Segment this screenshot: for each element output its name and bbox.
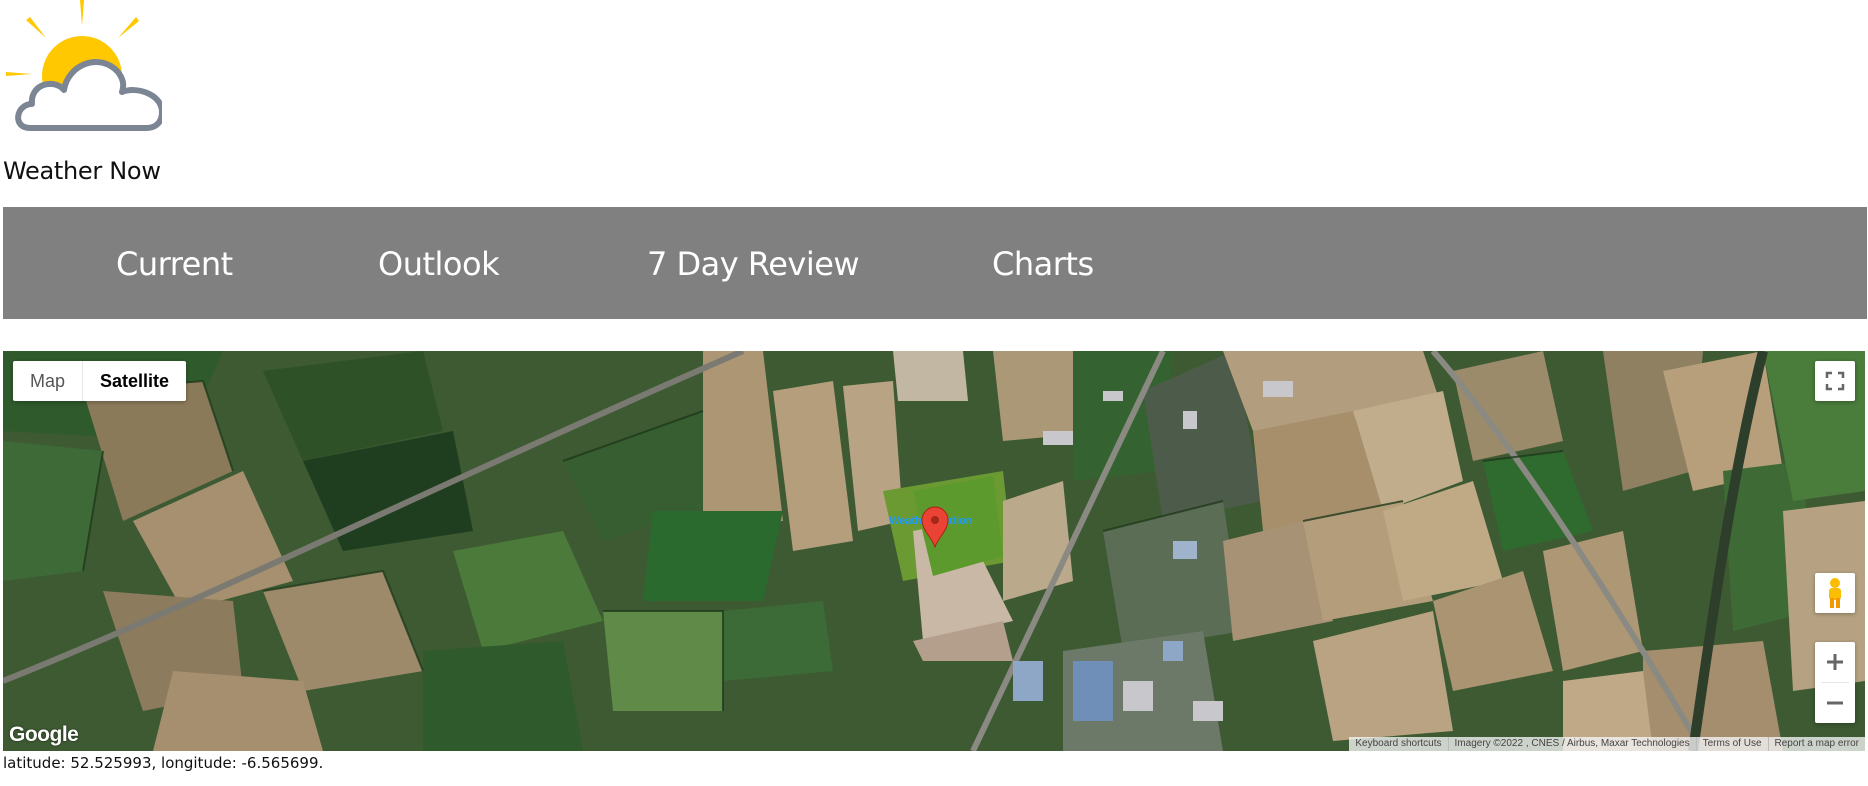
keyboard-shortcuts-link[interactable]: Keyboard shortcuts xyxy=(1349,737,1447,751)
imagery-credit: Imagery ©2022 , CNES / Airbus, Maxar Tec… xyxy=(1447,737,1696,751)
street-view-pegman-icon xyxy=(1829,578,1841,608)
nav-item-current[interactable]: Current xyxy=(116,245,233,283)
fullscreen-button[interactable] xyxy=(1815,361,1855,401)
map-type-satellite-button[interactable]: Satellite xyxy=(83,361,186,401)
street-view-pegman-button[interactable] xyxy=(1815,573,1855,613)
zoom-in-button[interactable] xyxy=(1815,642,1855,682)
google-logo[interactable]: Google xyxy=(9,723,79,747)
nav-item-charts[interactable]: Charts xyxy=(992,245,1094,283)
map-marker-icon[interactable] xyxy=(920,506,950,548)
terms-of-use-link[interactable]: Terms of Use xyxy=(1695,737,1768,751)
map-type-control: Map Satellite xyxy=(13,361,187,401)
nav-item-outlook[interactable]: Outlook xyxy=(378,245,500,283)
report-map-error-link[interactable]: Report a map error xyxy=(1767,737,1865,751)
satellite-imagery xyxy=(3,351,1865,751)
nav-item-7-day-review[interactable]: 7 Day Review xyxy=(647,245,860,283)
minus-icon xyxy=(1827,701,1843,705)
location-coordinates: latitude: 52.525993, longitude: -6.56569… xyxy=(3,754,324,772)
site-title: Weather Now xyxy=(3,157,161,185)
satellite-map[interactable]: Map Satellite Weather Station Google Key… xyxy=(3,351,1865,751)
map-attribution-bar: Keyboard shortcuts Imagery ©2022 , CNES … xyxy=(1349,737,1865,751)
map-type-map-button[interactable]: Map xyxy=(13,361,84,401)
partly-cloudy-icon xyxy=(6,0,162,131)
zoom-control xyxy=(1815,642,1855,723)
zoom-out-button[interactable] xyxy=(1815,683,1855,723)
main-navbar: Current Outlook 7 Day Review Charts xyxy=(3,207,1867,319)
plus-icon xyxy=(1827,654,1843,670)
fullscreen-icon xyxy=(1825,371,1845,391)
